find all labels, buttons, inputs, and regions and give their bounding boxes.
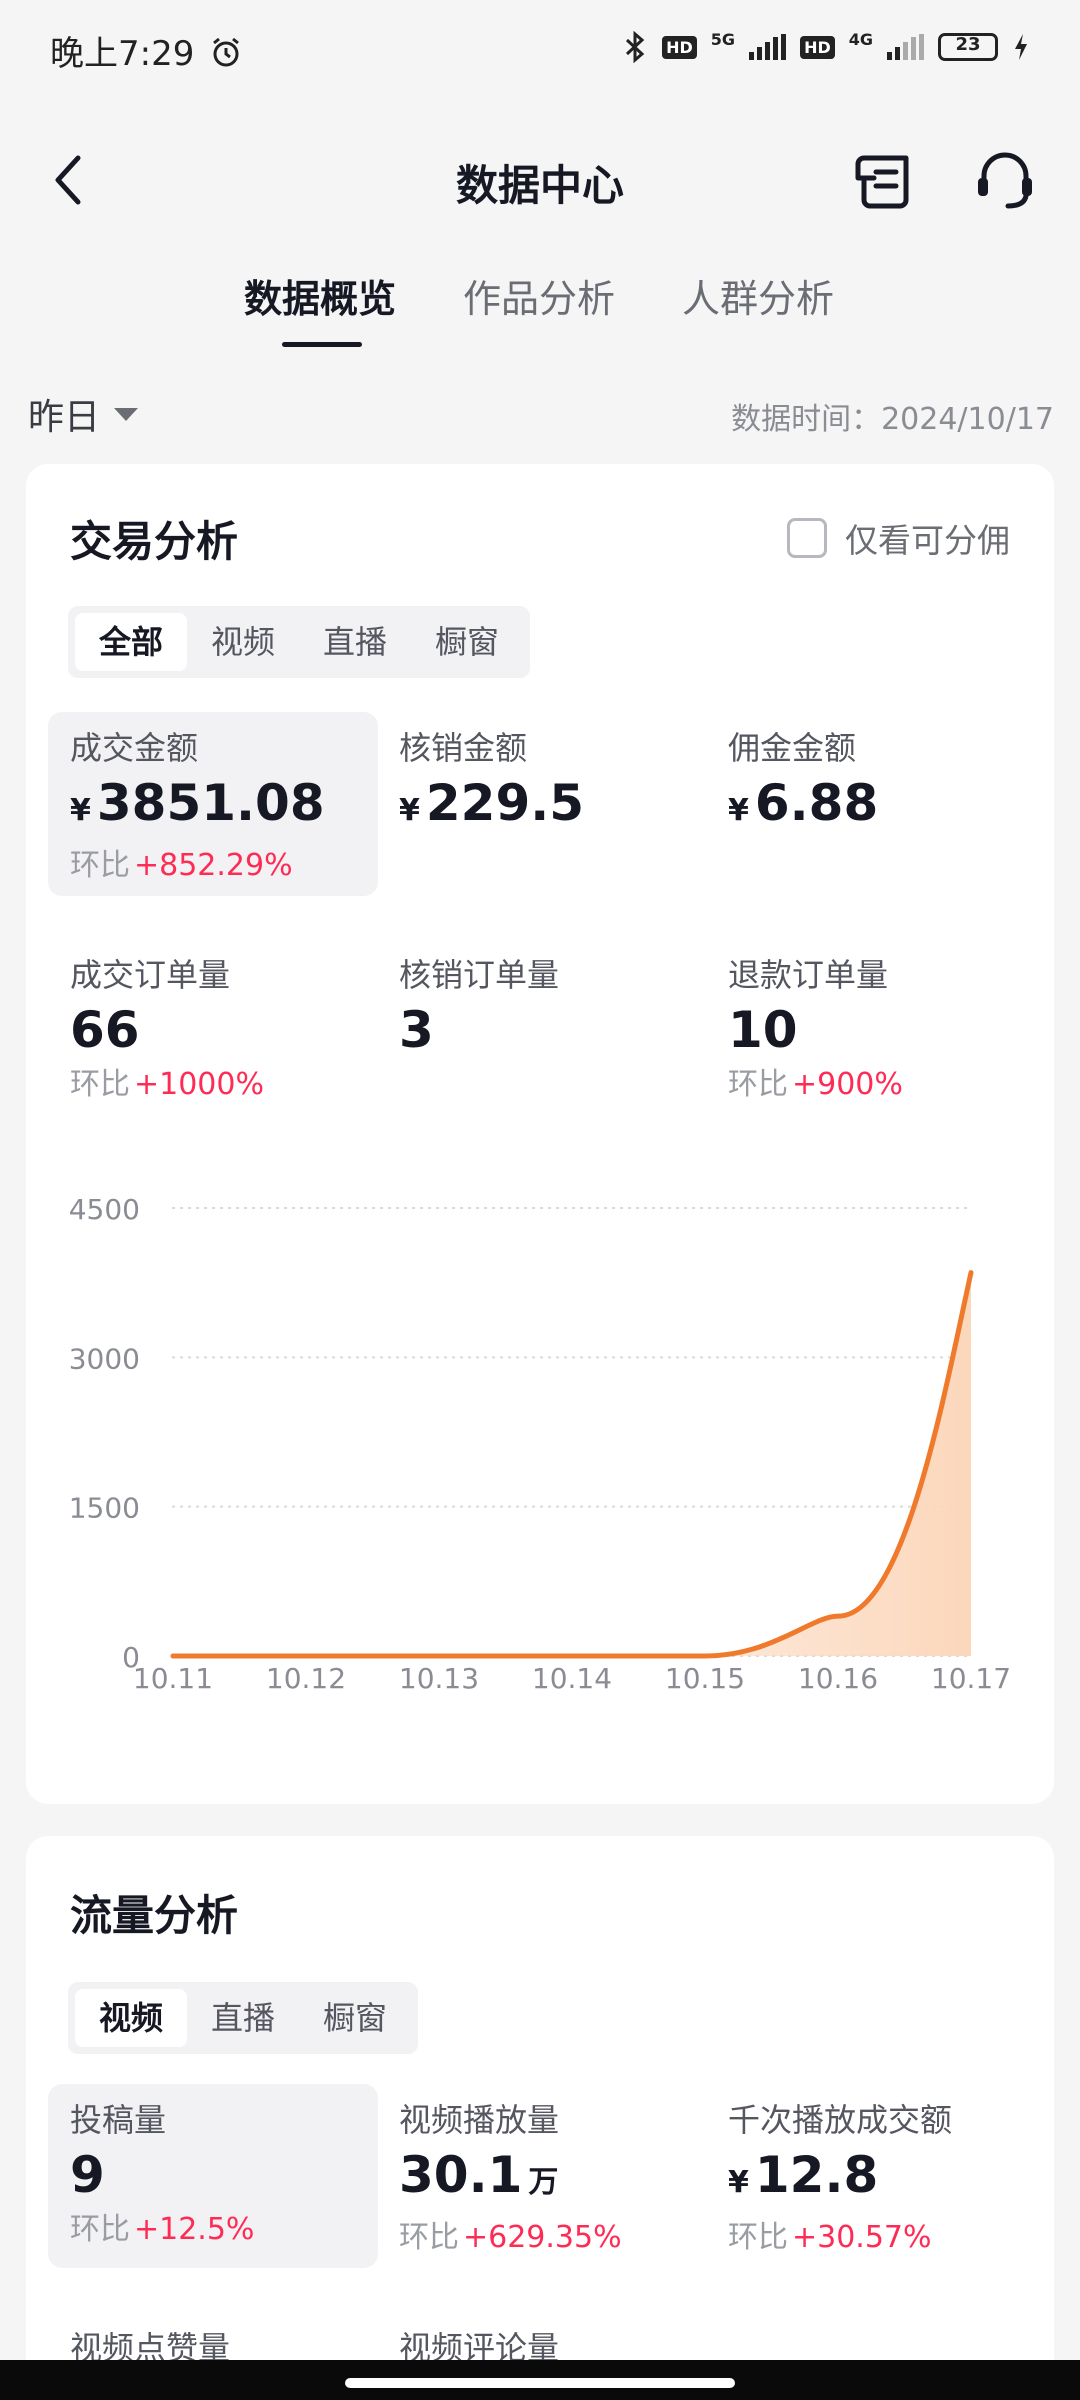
metric-label: 投稿量 (70, 2101, 167, 2139)
card-title: 流量分析 (70, 1891, 239, 1940)
x-tick-label: 10.11 (133, 1662, 213, 1695)
ledger-icon (855, 155, 909, 209)
tab-overview[interactable]: 数据概览 (244, 268, 396, 323)
network-label-1: 5G (710, 30, 736, 49)
date-range-label: 昨日 (28, 397, 101, 438)
metric-change: 环比 +12.5% (70, 2212, 255, 2247)
tab-works-analysis[interactable]: 作品分析 (463, 268, 615, 323)
x-tick-label: 10.16 (798, 1662, 878, 1695)
hd-badge: HD (662, 35, 697, 59)
series-area (173, 1272, 971, 1656)
status-bar: 晚上7:29 HD 5G HD 4G 23 (0, 0, 1080, 100)
metric-value: ¥12.8 (728, 2146, 879, 2204)
x-tick-label: 10.13 (399, 1662, 479, 1695)
headset-icon (978, 152, 1032, 209)
home-indicator[interactable] (345, 2378, 735, 2388)
x-tick-label: 10.17 (931, 1662, 1011, 1695)
ledger-button[interactable] (850, 146, 920, 216)
top-tabs: 数据概览 作品分析 人群分析 (0, 268, 1080, 348)
tab-indicator (282, 342, 362, 347)
network-label-2: 4G (848, 30, 873, 49)
x-tick-label: 10.12 (266, 1662, 346, 1695)
tab-audience-analysis[interactable]: 人群分析 (682, 268, 834, 323)
y-tick-label: 4500 (69, 1193, 140, 1226)
traffic-analysis-card: 流量分析 视频 直播 橱窗 投稿量 9 环比 +12.5% 视频播放量 30.1 万… (26, 1836, 1054, 2400)
metric-gpm[interactable]: 千次播放成交额 ¥12.8 环比 +30.57% (706, 2084, 1036, 2268)
metric-label: 视频播放量 (399, 2101, 560, 2139)
status-time: 晚上7:29 (50, 26, 243, 75)
status-icons: HD 5G HD 4G 23 (622, 30, 1030, 64)
series-line (170, 1270, 974, 1659)
alarm-icon (213, 37, 240, 67)
metric-value: 30.1 万 (399, 2146, 559, 2204)
trade-analysis-card: 交易分析 仅看可分佣 全部 视频 直播 橱窗 成交金额 ¥3851.08 环比 +… (26, 464, 1054, 1804)
gmv-trend-chart: 0150030004500 10.11 10.12 10.13 10.14 10.15 1… (69, 1193, 1011, 1695)
metric-change: 环比 +629.35% (399, 2220, 622, 2255)
bluetooth-icon (626, 30, 645, 64)
metric-video-plays[interactable]: 视频播放量 30.1 万 环比 +629.35% (377, 2084, 707, 2268)
date-range-dropdown[interactable]: 昨日 (28, 388, 139, 440)
battery-icon: 23 (938, 33, 998, 61)
metric-label: 千次播放成交额 (728, 2101, 953, 2139)
charging-icon (1015, 34, 1027, 60)
signal-icon (749, 34, 787, 60)
segment-live[interactable]: 直播 (187, 1989, 299, 2047)
metric-posts[interactable]: 投稿量 9 环比 +12.5% (48, 2084, 378, 2268)
caret-down-icon (114, 407, 139, 421)
filter-row: 昨日 数据时间：2024/10/17 (0, 388, 1080, 448)
metric-value: 9 (70, 2146, 105, 2204)
y-tick-label: 1500 (69, 1492, 140, 1525)
segment-showcase[interactable]: 橱窗 (299, 1989, 411, 2047)
signal-icon-2 (887, 34, 924, 60)
data-time-label: 数据时间：2024/10/17 (731, 402, 1054, 437)
hd-badge-2: HD (800, 35, 835, 59)
customer-service-button[interactable] (970, 146, 1040, 216)
x-tick-label: 10.15 (665, 1662, 745, 1695)
metric-change: 环比 +30.57% (728, 2220, 932, 2255)
x-tick-label: 10.14 (532, 1662, 612, 1695)
traffic-channel-segmented: 视频 直播 橱窗 (68, 1982, 419, 2054)
segment-video[interactable]: 视频 (75, 1989, 188, 2047)
nav-bar: 数据中心 (0, 130, 1080, 230)
y-tick-label: 3000 (69, 1342, 140, 1375)
